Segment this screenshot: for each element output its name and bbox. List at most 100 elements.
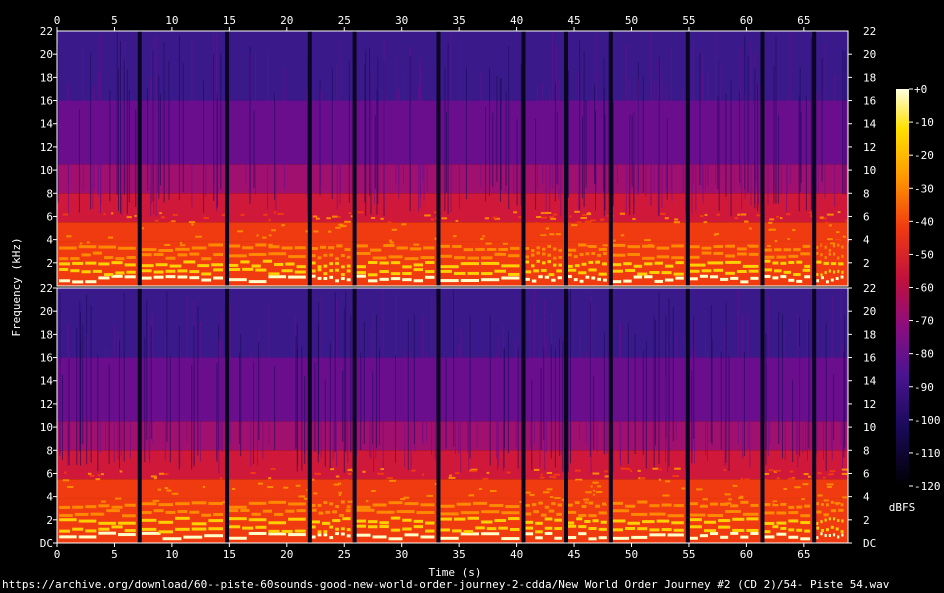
harmonic-mark [368,261,378,265]
harmonic-mark [538,275,543,279]
harmonic-mark [208,519,224,523]
harmonic-mark [372,256,387,260]
y-tick-label-left: 22 [40,25,53,38]
harmonic-mark [841,254,844,258]
y-tick-label-right: 6 [863,210,870,223]
harmonic-mark [661,271,672,275]
harmonic-mark [328,246,335,250]
spectrum-speckle [620,234,625,237]
harmonic-mark [568,268,577,272]
harmonic-mark [453,517,466,521]
harmonic-mark [544,275,550,279]
spectrum-speckle [480,237,484,240]
spectrum-speckle [259,490,264,493]
harmonic-mark [494,252,506,256]
harmonic-mark [191,527,207,531]
harmonic-mark [535,521,543,525]
colorbar-tick-label: -10 [914,116,934,129]
spectrum-speckle [357,211,364,214]
spectrum-speckle [672,475,680,478]
spectrum-speckle [674,218,679,221]
spectrum-speckle [66,485,74,488]
harmonic-mark [268,529,280,533]
harmonic-mark [837,256,840,260]
harmonic-mark [533,269,539,273]
harmonic-mark [262,259,273,263]
harmonic-mark [507,254,520,258]
harmonic-mark [480,278,500,282]
spectrum-speckle [338,493,341,496]
track-boundary [685,31,690,286]
harmonic-mark [544,517,553,521]
track-boundary [608,31,613,286]
harmonic-mark [248,280,267,284]
spectrum-speckle [421,238,425,241]
spectrum-speckle [835,231,840,234]
x-tick-label-bottom: 50 [625,548,638,561]
harmonic-mark [832,533,836,537]
spectrum-speckle [85,500,88,503]
spectrum-speckle [160,216,166,219]
harmonic-mark [544,505,550,509]
spectrum-speckle [143,496,147,499]
y-tick-label-left: 12 [40,141,53,154]
harmonic-mark [111,525,123,529]
spectrum-speckle [453,235,457,238]
harmonic-mark [404,502,419,506]
harmonic-mark [317,256,322,260]
harmonic-mark [413,279,424,283]
harmonic-mark [141,269,152,273]
y-tick-label-left: 6 [46,467,53,480]
harmonic-mark [98,245,117,249]
spectrum-speckle [159,212,162,215]
harmonic-mark [612,253,626,257]
spectrum-speckle [555,486,561,489]
spectrum-speckle [119,470,123,473]
harmonic-mark [612,501,623,505]
harmonic-mark [736,252,747,256]
x-tick-label-bottom: 55 [682,548,695,561]
spectrum-speckle [546,471,553,474]
spectrum-speckle [768,469,774,472]
harmonic-mark [598,247,607,251]
colorbar-tick-label: -50 [914,248,934,261]
harmonic-mark [59,262,71,266]
harmonic-mark [356,524,367,528]
spectrum-speckle [330,468,335,471]
harmonic-mark [525,270,532,274]
harmonic-mark [554,536,563,540]
spectrum-speckle [78,224,81,227]
harmonic-mark [115,271,125,275]
spectrum-speckle [819,216,824,219]
harmonic-mark [624,527,636,531]
harmonic-mark [70,269,80,273]
spectrum-band [57,222,848,242]
harmonic-mark [329,269,334,273]
harmonic-mark [553,263,557,267]
harmonic-mark [323,533,328,537]
harmonic-mark [409,247,422,251]
spectrum-speckle [554,497,561,500]
track-boundary [564,288,569,543]
harmonic-mark [796,505,803,509]
spectrum-speckle [829,470,836,473]
harmonic-mark [802,244,811,248]
harmonic-mark [251,264,261,268]
harmonic-mark [535,530,543,534]
spectrum-speckle [833,494,840,497]
spectrum-speckle [271,229,277,232]
harmonic-mark [390,528,401,532]
harmonic-mark [98,276,110,280]
x-tick-label-bottom: 60 [740,548,753,561]
harmonic-mark [764,521,775,525]
spectrum-speckle [62,213,69,216]
harmonic-mark [649,504,660,508]
x-tick-label-bottom: 40 [510,548,523,561]
spectrum-speckle [314,472,322,475]
harmonic-mark [579,279,584,283]
spectrum-speckle [776,477,781,480]
colorbar-tick-label: -70 [914,315,934,328]
harmonic-mark [578,271,587,275]
harmonic-mark [340,265,345,269]
spectrum-speckle [303,497,308,500]
